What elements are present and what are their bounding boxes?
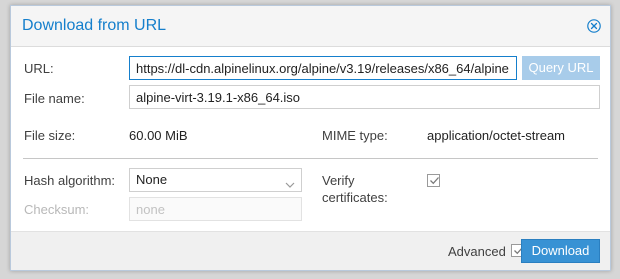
filesize-label: File size: (24, 128, 76, 143)
url-label: URL: (24, 61, 54, 76)
advanced-label: Advanced (448, 244, 506, 259)
url-input[interactable] (129, 56, 517, 80)
section-divider (23, 158, 598, 159)
chevron-down-icon[interactable] (285, 175, 295, 188)
verify-certificates-label-line1: Verify (322, 173, 355, 188)
filename-label: File name: (24, 91, 85, 106)
dialog-footer: Advanced Download (11, 231, 610, 270)
mime-type-value: application/octet-stream (427, 128, 566, 143)
hash-algorithm-value: None (136, 172, 168, 187)
checksum-label: Checksum: (24, 202, 90, 217)
mime-type-label: MIME type: (322, 128, 388, 143)
filesize-value: 60.00 MiB (129, 128, 188, 143)
dialog-titlebar: Download from URL (11, 6, 610, 47)
checkmark-icon (430, 177, 439, 185)
verify-certificates-checkbox[interactable] (427, 174, 440, 187)
hash-algorithm-select[interactable]: None (129, 168, 302, 192)
download-button[interactable]: Download (521, 239, 600, 263)
checksum-input[interactable] (129, 197, 302, 221)
hash-algorithm-label: Hash algorithm: (24, 173, 116, 188)
verify-certificates-label-line2: certificates: (322, 190, 388, 205)
download-url-dialog: Download from URL URL: Query URL File na… (10, 5, 611, 271)
query-url-button[interactable]: Query URL (522, 56, 600, 80)
filename-input[interactable] (129, 85, 600, 109)
close-icon[interactable] (587, 19, 601, 33)
dialog-title: Download from URL (22, 17, 167, 34)
